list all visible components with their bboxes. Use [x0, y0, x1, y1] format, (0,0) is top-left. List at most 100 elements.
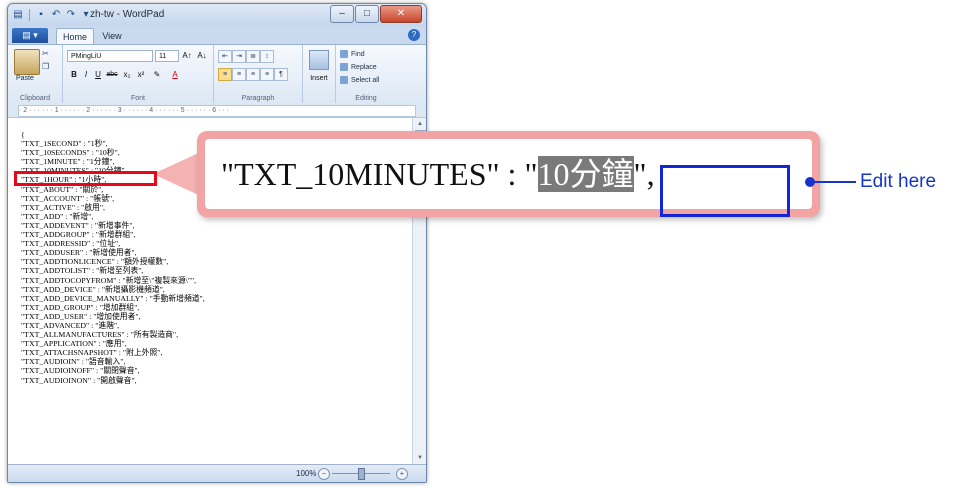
quick-access-toolbar: ▤ ▪ ↶ ↷ ▾	[12, 8, 92, 22]
document-line[interactable]: "TXT_ALLMANUFACTURES" : "所有製造商",	[21, 330, 205, 339]
document-line[interactable]: "TXT_APPLICATION" : "應用",	[21, 339, 205, 348]
increase-indent-icon[interactable]: ⇥	[232, 50, 246, 63]
document-line[interactable]: "TXT_ADDRESSID" : "位址",	[21, 239, 205, 248]
tab-home[interactable]: Home	[56, 28, 94, 45]
select-all-button[interactable]: Select all	[340, 76, 379, 84]
zoom-in-button[interactable]: +	[396, 468, 408, 480]
copy-icon[interactable]: ❐	[42, 62, 52, 72]
shrink-font-icon[interactable]: A↓	[196, 50, 208, 62]
line-spacing-icon[interactable]: ↕	[260, 50, 274, 63]
insert-group: Insert	[303, 45, 336, 103]
ruler[interactable]: · 2 · · · · · · 1 · · · · · · 2 · · · · …	[8, 103, 426, 118]
justify-icon[interactable]: ≡	[260, 68, 274, 81]
qat-separator	[29, 9, 30, 21]
zoomed-line-text: "TXT_10MINUTES" : "10分鐘",	[221, 156, 655, 192]
help-icon[interactable]: ?	[408, 29, 420, 41]
document-line[interactable]: "TXT_AUDIOINOFF" : "關閉聲音",	[21, 366, 205, 375]
value-highlight-box	[660, 165, 790, 217]
zoom-level: 100%	[296, 469, 317, 478]
paragraph-dialog-icon[interactable]: ¶	[274, 68, 288, 81]
editing-group-label: Editing	[355, 95, 377, 102]
italic-button[interactable]: I	[81, 69, 91, 81]
zoom-callout-panel: "TXT_10MINUTES" : "10分鐘",	[205, 139, 812, 217]
font-group-label: Font	[130, 95, 145, 102]
paragraph-group-label: Paragraph	[241, 95, 275, 102]
clipboard-group-label: Clipboard	[20, 95, 50, 102]
status-bar: 100% − +	[8, 464, 426, 482]
undo-icon[interactable]: ↶	[50, 9, 62, 21]
close-button[interactable]: ✕	[380, 5, 422, 23]
replace-icon	[340, 63, 348, 71]
document-line[interactable]: "TXT_ADDGROUP" : "新增群組",	[21, 230, 205, 239]
bullets-icon[interactable]: ≣	[246, 50, 260, 63]
document-line[interactable]: "TXT_10SECONDS" : "10秒",	[21, 148, 205, 157]
document-line[interactable]: "TXT_ADD" : "新增",	[21, 212, 205, 221]
document-line[interactable]: "TXT_ADD_DEVICE_MANUALLY" : "手動新增頻道",	[21, 294, 205, 303]
find-label: Find	[351, 50, 365, 58]
insert-button[interactable]: Insert	[305, 73, 333, 85]
zoom-callout: "TXT_10MINUTES" : "10分鐘",	[197, 131, 820, 217]
paragraph-group: ⇤ ⇥ ≣ ↕ ≡ ≡ ≡ ≡ ¶ Paragraph	[214, 45, 303, 103]
highlight-color-icon[interactable]: ✎	[151, 69, 163, 81]
document-line[interactable]: "TXT_1SECOND" : "1秒",	[21, 139, 205, 148]
document-line[interactable]: "TXT_ACCOUNT" : "帳號",	[21, 194, 205, 203]
maximize-button[interactable]: □	[355, 5, 379, 23]
minimize-button[interactable]: –	[330, 5, 354, 23]
save-icon[interactable]: ▪	[35, 9, 47, 21]
zoomed-suffix: ",	[633, 156, 655, 192]
font-family-select[interactable]: PMingLiU	[67, 50, 153, 62]
underline-button[interactable]: U	[93, 69, 103, 81]
window-title: zh-tw - WordPad	[90, 9, 165, 20]
paste-icon[interactable]	[14, 49, 40, 75]
zoom-slider-thumb[interactable]	[358, 468, 365, 480]
subscript-button[interactable]: x₂	[121, 69, 133, 81]
zoom-out-button[interactable]: −	[318, 468, 330, 480]
document-line[interactable]: "TXT_ADD_DEVICE" : "新增攝影機頻道",	[21, 285, 205, 294]
cut-icon[interactable]: ✂	[42, 49, 52, 59]
strikethrough-button[interactable]: abc	[105, 69, 119, 81]
document-line[interactable]: "TXT_AUDIOINON" : "開啟聲音",	[21, 376, 205, 385]
tab-view[interactable]: View	[96, 28, 128, 44]
decrease-indent-icon[interactable]: ⇤	[218, 50, 232, 63]
document-line[interactable]: "TXT_ADDTOLIST" : "新增至列表",	[21, 266, 205, 275]
font-size-select[interactable]: 11	[155, 50, 179, 62]
application-menu-button[interactable]: ▤ ▾	[12, 28, 48, 43]
ribbon: Paste ✂ ❐ Clipboard PMingLiU 11 A↑ A↓ B …	[8, 44, 426, 104]
replace-label: Replace	[351, 63, 377, 71]
scroll-down-icon[interactable]: ▼	[415, 454, 425, 462]
scroll-up-icon[interactable]: ▲	[415, 120, 425, 128]
superscript-button[interactable]: x²	[135, 69, 147, 81]
clipboard-group: Paste ✂ ❐ Clipboard	[8, 45, 63, 103]
editing-group: Find Replace Select all Editing	[336, 45, 396, 103]
insert-picture-icon[interactable]	[309, 50, 329, 70]
highlighted-line-box	[14, 171, 157, 186]
bold-button[interactable]: B	[69, 69, 79, 81]
redo-icon[interactable]: ↷	[65, 9, 77, 21]
select-all-label: Select all	[351, 76, 380, 84]
document-line[interactable]: "TXT_ADDUSER" : "新增使用者",	[21, 248, 205, 257]
document-line[interactable]: "TXT_ADD_GROUP" : "增加群組",	[21, 303, 205, 312]
font-group: PMingLiU 11 A↑ A↓ B I U abc x₂ x² ✎ A Fo…	[63, 45, 214, 103]
document-line[interactable]: {	[21, 130, 205, 139]
align-right-icon[interactable]: ≡	[246, 68, 260, 81]
replace-button[interactable]: Replace	[340, 63, 377, 71]
grow-font-icon[interactable]: A↑	[181, 50, 193, 62]
find-button[interactable]: Find	[340, 50, 365, 58]
document-line[interactable]: "TXT_ADDTOCOPYFROM" : "新增至\"複製來源\"",	[21, 276, 205, 285]
font-color-icon[interactable]: A	[169, 69, 181, 81]
paste-button[interactable]: Paste	[16, 75, 34, 82]
edit-here-label: Edit here	[860, 171, 937, 192]
align-center-icon[interactable]: ≡	[232, 68, 246, 81]
align-left-icon[interactable]: ≡	[218, 68, 232, 81]
annotation-line	[814, 181, 856, 183]
document-line[interactable]: "TXT_ACTIVE" : "啟用",	[21, 203, 205, 212]
zoomed-key: "TXT_10MINUTES" : "	[221, 156, 538, 192]
app-icon[interactable]: ▤	[12, 9, 24, 21]
find-icon	[340, 50, 348, 58]
document-line[interactable]: "TXT_ADVANCED" : "進階",	[21, 321, 205, 330]
document-line[interactable]: "TXT_ADD_USER" : "增加使用者",	[21, 312, 205, 321]
document-line[interactable]: "TXT_ADDEVENT" : "新增事件",	[21, 221, 205, 230]
document-line[interactable]: "TXT_ATTACHSNAPSHOT" : "附上外照",	[21, 348, 205, 357]
ruler-strip: · 2 · · · · · · 1 · · · · · · 2 · · · · …	[18, 105, 416, 117]
zoomed-selected-value: 10分鐘	[537, 156, 634, 192]
